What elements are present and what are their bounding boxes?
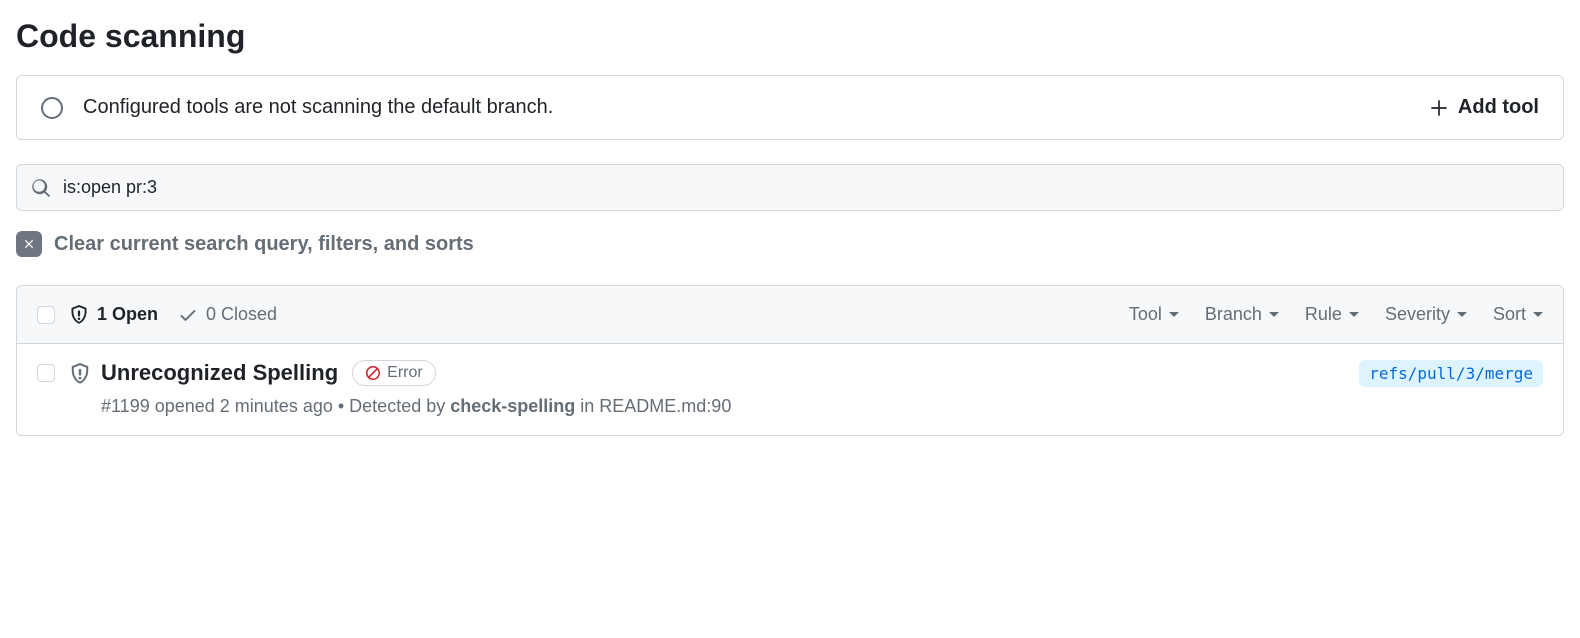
caret-down-icon: [1533, 312, 1543, 317]
banner-message: Configured tools are not scanning the de…: [83, 96, 1410, 119]
alert-meta-tool: check-spelling: [450, 396, 575, 416]
clear-filters-label: Clear current search query, filters, and…: [54, 233, 474, 256]
page-title: Code scanning: [16, 18, 1564, 55]
no-entry-icon: [365, 365, 381, 381]
select-all-checkbox[interactable]: [37, 306, 55, 324]
open-tab[interactable]: 1 Open: [69, 304, 158, 325]
caret-down-icon: [1457, 312, 1467, 317]
filter-rule[interactable]: Rule: [1305, 304, 1359, 325]
shield-icon: [69, 305, 89, 325]
severity-label: Error: [387, 364, 423, 382]
filter-tool-label: Tool: [1129, 304, 1162, 325]
open-count-label: 1 Open: [97, 304, 158, 325]
closed-tab[interactable]: 0 Closed: [178, 304, 277, 325]
severity-badge: Error: [352, 360, 436, 386]
tools-banner: Configured tools are not scanning the de…: [16, 75, 1564, 140]
alert-meta-detected: Detected by: [349, 396, 450, 416]
filter-bar: Tool Branch Rule Severity Sort: [1129, 304, 1543, 325]
plus-icon: [1430, 99, 1448, 117]
search-icon: [31, 178, 51, 198]
clear-filters-button[interactable]: Clear current search query, filters, and…: [16, 231, 1564, 257]
list-header: 1 Open 0 Closed Tool Branch Rule Severit…: [17, 286, 1563, 344]
caret-down-icon: [1169, 312, 1179, 317]
alerts-list: 1 Open 0 Closed Tool Branch Rule Severit…: [16, 285, 1564, 436]
caret-down-icon: [1269, 312, 1279, 317]
add-tool-label: Add tool: [1458, 96, 1539, 119]
filter-branch-label: Branch: [1205, 304, 1262, 325]
add-tool-button[interactable]: Add tool: [1430, 96, 1539, 119]
alert-meta-sep: •: [333, 396, 349, 416]
alert-title-link[interactable]: Unrecognized Spelling: [101, 360, 338, 386]
filter-tool[interactable]: Tool: [1129, 304, 1179, 325]
filter-rule-label: Rule: [1305, 304, 1342, 325]
alert-main: Unrecognized Spelling Error #1199 opened…: [101, 360, 1359, 417]
filter-branch[interactable]: Branch: [1205, 304, 1279, 325]
ref-label[interactable]: refs/pull/3/merge: [1359, 360, 1543, 387]
status-tabs: 1 Open 0 Closed: [69, 304, 1129, 325]
closed-count-label: 0 Closed: [206, 304, 277, 325]
alert-meta-prefix: #1199 opened 2 minutes ago: [101, 396, 333, 416]
shield-icon: [69, 363, 91, 385]
alert-checkbox[interactable]: [37, 364, 55, 382]
alert-title-line: Unrecognized Spelling Error: [101, 360, 1359, 386]
filter-sort-label: Sort: [1493, 304, 1526, 325]
caret-down-icon: [1349, 312, 1359, 317]
circle-icon: [41, 97, 63, 119]
close-icon: [16, 231, 42, 257]
check-icon: [178, 305, 198, 325]
alert-meta-location: in README.md:90: [575, 396, 731, 416]
alert-meta: #1199 opened 2 minutes ago • Detected by…: [101, 396, 1359, 417]
alert-row: Unrecognized Spelling Error #1199 opened…: [17, 344, 1563, 435]
search-input[interactable]: [63, 177, 1549, 198]
filter-severity-label: Severity: [1385, 304, 1450, 325]
filter-sort[interactable]: Sort: [1493, 304, 1543, 325]
search-box[interactable]: [16, 164, 1564, 211]
filter-severity[interactable]: Severity: [1385, 304, 1467, 325]
